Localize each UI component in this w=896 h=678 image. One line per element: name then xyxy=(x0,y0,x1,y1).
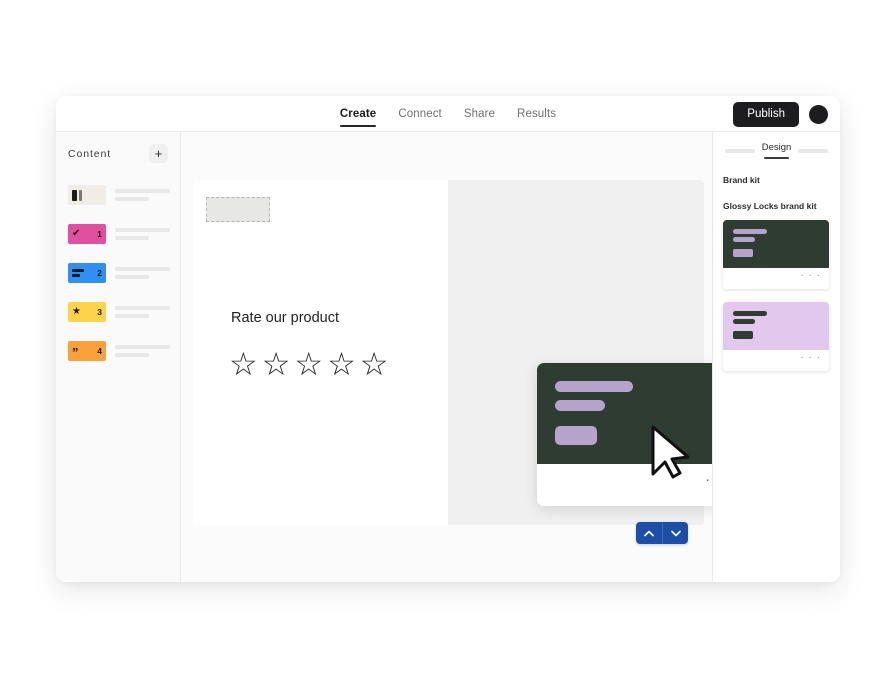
theme-card-footer: · · · xyxy=(537,464,712,506)
user-avatar-icon[interactable] xyxy=(809,105,828,124)
slide-content-side: Rate our product ☆ ☆ ☆ ☆ ☆ xyxy=(193,180,448,525)
star-icon[interactable]: ☆ xyxy=(360,348,389,380)
multiple-choice-icon xyxy=(72,269,84,277)
theme-bar xyxy=(733,237,755,242)
app-window: Create Connect Share Results Publish Con… xyxy=(56,96,840,582)
placeholder-line xyxy=(115,189,170,193)
more-options-icon[interactable]: · · · xyxy=(800,353,821,363)
slide-layout-icon xyxy=(72,189,83,201)
theme-button-shape xyxy=(733,249,753,257)
theme-card-dark-green[interactable]: · · · xyxy=(723,220,829,289)
theme-card-lilac[interactable]: · · · xyxy=(723,302,829,371)
more-options-icon[interactable]: · · · xyxy=(705,472,712,487)
placeholder-line xyxy=(115,353,150,357)
list-item[interactable]: ★ 3 xyxy=(68,302,170,322)
main-tabs: Create Connect Share Results xyxy=(56,96,840,132)
slide-question-text: Rate our product xyxy=(231,310,340,326)
placeholder-line xyxy=(115,236,150,240)
chevron-down-icon xyxy=(670,530,681,536)
design-panel: Design Brand kit Glossy Locks brand kit … xyxy=(712,132,840,582)
placeholder-line xyxy=(115,267,170,271)
content-sidebar: Content + ✔ 1 2 ★ 3 ” 4 xyxy=(56,132,181,582)
item-text-placeholder xyxy=(115,228,170,240)
star-icon[interactable]: ☆ xyxy=(294,348,323,380)
slide-number: 3 xyxy=(97,307,102,317)
theme-bar xyxy=(733,319,755,324)
placeholder-line xyxy=(115,314,150,318)
top-bar: Create Connect Share Results Publish xyxy=(56,96,840,132)
theme-button-shape xyxy=(733,331,753,339)
theme-button-shape xyxy=(555,426,597,445)
theme-bar xyxy=(555,381,633,392)
tab-placeholder xyxy=(798,148,829,153)
item-text-placeholder xyxy=(115,345,170,357)
theme-bar xyxy=(733,229,767,234)
quote-icon: ” xyxy=(72,345,79,361)
window-body: Content + ✔ 1 2 ★ 3 ” 4 Rate our product… xyxy=(56,132,840,582)
dragged-theme-card[interactable]: · · · xyxy=(537,363,712,506)
theme-preview-art xyxy=(537,363,712,464)
list-item[interactable]: ” 4 xyxy=(68,341,170,361)
theme-bar xyxy=(733,311,767,316)
placeholder-line xyxy=(115,275,150,279)
tab-share[interactable]: Share xyxy=(464,108,495,127)
star-icon[interactable]: ☆ xyxy=(262,348,291,380)
slide-thumbnail: ★ 3 xyxy=(68,302,106,322)
more-options-icon[interactable]: · · · xyxy=(800,271,821,281)
theme-preview-art xyxy=(723,220,829,268)
star-rating[interactable]: ☆ ☆ ☆ ☆ ☆ xyxy=(229,348,388,380)
list-item[interactable]: ✔ 1 xyxy=(68,224,170,244)
placeholder-line xyxy=(115,197,150,201)
slide-navigation xyxy=(636,522,688,544)
item-text-placeholder xyxy=(115,189,170,201)
sidebar-header: Content + xyxy=(68,144,170,163)
next-slide-button[interactable] xyxy=(662,522,688,544)
image-placeholder[interactable] xyxy=(206,197,270,222)
tab-design[interactable]: Design xyxy=(762,142,791,159)
brand-kit-heading: Brand kit xyxy=(723,175,760,185)
theme-bar xyxy=(555,400,605,411)
list-item[interactable]: 2 xyxy=(68,263,170,283)
slide-number: 1 xyxy=(97,229,102,239)
slide-canvas[interactable]: Rate our product ☆ ☆ ☆ ☆ ☆ · xyxy=(181,132,712,582)
slide-thumbnail xyxy=(68,185,106,205)
previous-slide-button[interactable] xyxy=(636,522,662,544)
slide-thumbnail: ” 4 xyxy=(68,341,106,361)
slide-number: 2 xyxy=(97,268,102,278)
publish-button[interactable]: Publish xyxy=(733,102,799,127)
list-item[interactable] xyxy=(68,185,170,205)
design-panel-tabs: Design xyxy=(723,142,830,159)
top-bar-actions: Publish xyxy=(733,102,828,127)
item-text-placeholder xyxy=(115,306,170,318)
slide-thumbnail: ✔ 1 xyxy=(68,224,106,244)
slide-thumbnail: 2 xyxy=(68,263,106,283)
placeholder-line xyxy=(115,306,170,310)
chevron-up-icon xyxy=(644,530,654,536)
star-icon: ★ xyxy=(72,306,81,317)
item-text-placeholder xyxy=(115,267,170,279)
star-icon[interactable]: ☆ xyxy=(229,348,258,380)
slide-number: 4 xyxy=(97,346,102,356)
placeholder-line xyxy=(115,228,170,232)
tab-results[interactable]: Results xyxy=(517,108,556,127)
star-icon[interactable]: ☆ xyxy=(327,348,356,380)
tab-create[interactable]: Create xyxy=(339,108,377,127)
add-content-button[interactable]: + xyxy=(149,144,168,163)
theme-card-footer: · · · xyxy=(723,350,829,371)
sidebar-title: Content xyxy=(68,147,112,160)
theme-preview-art xyxy=(723,302,829,350)
tab-connect[interactable]: Connect xyxy=(398,108,442,127)
check-icon: ✔ xyxy=(72,228,81,239)
placeholder-line xyxy=(115,345,170,349)
theme-card-footer: · · · xyxy=(723,268,829,289)
brand-kit-name: Glossy Locks brand kit xyxy=(723,201,817,211)
tab-placeholder xyxy=(724,148,755,153)
